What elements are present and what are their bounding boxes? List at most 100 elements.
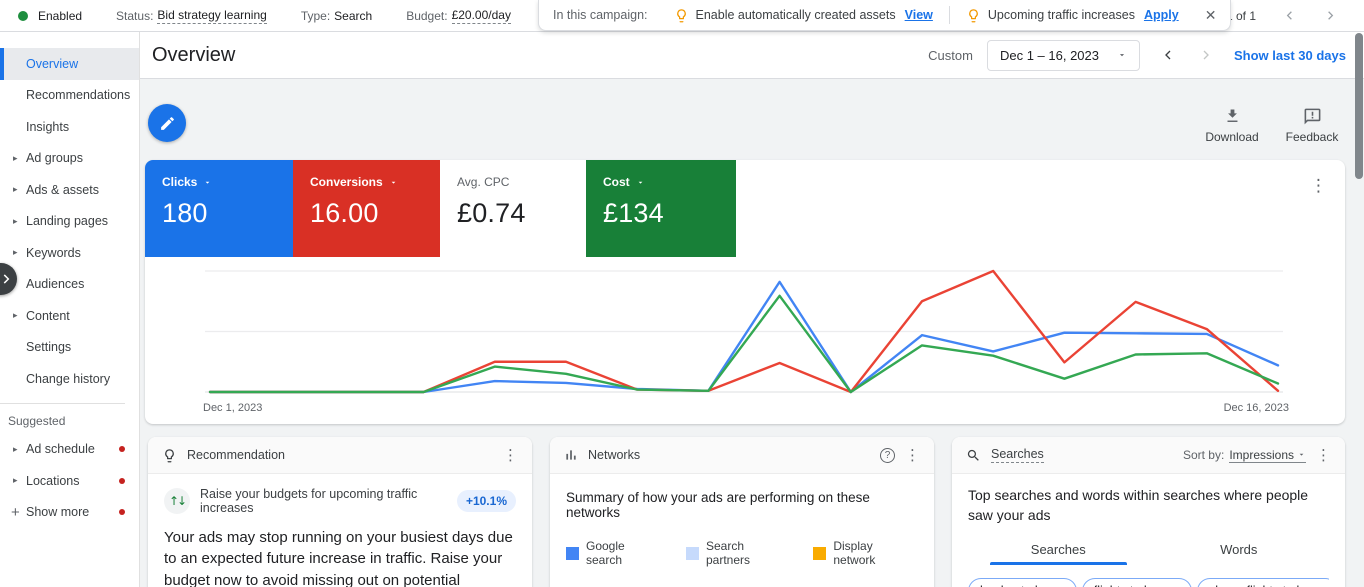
sidebar-item-content[interactable]: ▸ Content (0, 300, 139, 332)
sidebar-item-change-history[interactable]: Change history (0, 363, 139, 395)
recommendation-item-title[interactable]: Raise your budgets for upcoming traffic … (200, 487, 447, 515)
sidebar-item-ads-assets[interactable]: ▸Ads & assets (0, 174, 139, 206)
help-icon[interactable]: ? (880, 448, 895, 463)
uplift-badge: +10.1% (457, 490, 516, 512)
sidebar-item-overview[interactable]: Overview (0, 48, 139, 80)
campaign-status-chip[interactable]: Enabled (18, 9, 82, 23)
chevron-down-icon (636, 178, 645, 187)
sidebar-item-label: Locations (26, 474, 80, 488)
metric-label-text: Avg. CPC (457, 175, 509, 189)
status-value[interactable]: Bid strategy learning (157, 8, 266, 24)
vertical-scrollbar[interactable] (1355, 33, 1363, 179)
metric-label: Clicks (162, 175, 293, 189)
next-campaign-icon[interactable] (1323, 8, 1338, 23)
expand-arrow-icon: ▸ (13, 247, 18, 258)
budget-label: Budget: (406, 9, 447, 23)
searches-card: Searches Sort by: Impressions ⋮ Top sear… (952, 437, 1345, 587)
metric-label-text: Cost (603, 175, 630, 189)
search-chip-cheap-flights-to-lagos[interactable]: cheap flights to lagos (1197, 578, 1329, 587)
campaign-notification-bar: In this campaign: Enable automatically c… (538, 0, 1231, 31)
edit-campaign-fab[interactable] (148, 104, 186, 142)
sort-by-label: Sort by: (1183, 448, 1224, 462)
metric-card-conversions[interactable]: Conversions 16.00 (293, 160, 440, 257)
legend-label: Search partners (706, 539, 791, 567)
sidebar-item-label: Change history (26, 372, 110, 386)
sidebar-item-ad-groups[interactable]: ▸ Ad groups (0, 143, 139, 175)
download-button[interactable]: Download (1196, 107, 1268, 144)
view-link[interactable]: View (905, 8, 933, 22)
download-icon (1223, 107, 1242, 126)
date-range-selector[interactable]: Dec 1 – 16, 2023 (987, 40, 1140, 71)
feedback-button[interactable]: Feedback (1276, 107, 1348, 144)
metric-card-clicks[interactable]: Clicks 180 (145, 160, 293, 257)
chevron-down-icon (389, 178, 398, 187)
legend-swatch (566, 547, 579, 560)
show-last-30-days-link[interactable]: Show last 30 days (1234, 48, 1346, 63)
bar-chart-icon (564, 448, 578, 462)
sort-by-selector[interactable]: Impressions (1229, 448, 1306, 463)
notification-dot-icon (119, 446, 125, 452)
metric-label: Cost (603, 175, 736, 189)
page-title: Overview (152, 44, 235, 67)
sidebar-item-keywords[interactable]: ▸Keywords (0, 237, 139, 269)
type-value: Search (334, 9, 372, 23)
sidebar-item-locations[interactable]: ▸ Locations (0, 465, 139, 497)
page-header: Overview Custom Dec 1 – 16, 2023 Show la… (140, 32, 1364, 79)
sidebar-item-label: Content (26, 309, 70, 323)
notification-text-enable-automatically-created-assets: Enable automatically created assets (696, 8, 896, 22)
sidebar-item-label: Overview (26, 57, 78, 71)
performance-line-chart[interactable] (205, 264, 1283, 398)
expand-arrow-icon: ▸ (13, 310, 18, 321)
searches-description: Top searches and words within searches w… (968, 486, 1329, 525)
metric-card-avg-cpc[interactable]: Avg. CPC £0.74 (440, 160, 581, 257)
budget-field: Budget: £20.00/day (406, 8, 511, 24)
sidebar-item-show-more[interactable]: +Show more (0, 497, 139, 529)
expand-arrow-icon: ▸ (13, 153, 18, 164)
metric-value: £0.74 (457, 198, 581, 229)
main-content: Download Feedback Clicks 180 Conversions 16… (140, 79, 1364, 587)
previous-date-range-icon[interactable] (1160, 47, 1176, 63)
sidebar-item-recommendations[interactable]: Recommendations (0, 80, 139, 112)
notification-dot-icon (119, 509, 125, 515)
plus-icon: + (11, 504, 20, 521)
metric-label-text: Conversions (310, 175, 383, 189)
apply-link[interactable]: Apply (1144, 8, 1179, 22)
metric-label: Conversions (310, 175, 440, 189)
status-field: Status: Bid strategy learning (116, 8, 267, 24)
metric-value: 16.00 (310, 198, 440, 229)
sidebar-item-settings[interactable]: Settings (0, 332, 139, 364)
expand-arrow-icon: ▸ (13, 475, 18, 486)
metric-label-text: Clicks (162, 175, 197, 189)
budget-value[interactable]: £20.00/day (452, 8, 511, 24)
searches-card-title[interactable]: Searches (991, 447, 1044, 463)
recommendation-body: Your ads may stop running on your busies… (164, 527, 516, 587)
searches-menu-icon[interactable]: ⋮ (1316, 446, 1331, 464)
metric-value: 180 (162, 198, 293, 229)
sidebar-item-ad-schedule[interactable]: ▸Ad schedule (0, 434, 139, 466)
sort-by-control: Sort by: Impressions (1183, 448, 1306, 463)
recommendation-menu-icon[interactable]: ⋮ (503, 446, 518, 464)
budget-arrows-icon: ↑↓ (164, 488, 190, 514)
enabled-status-icon (18, 11, 28, 21)
chart-card-menu-icon[interactable]: ⋮ (1310, 176, 1327, 196)
metric-card-cost[interactable]: Cost£134 (586, 160, 736, 257)
notification-prefix: In this campaign: (553, 8, 648, 22)
previous-campaign-icon[interactable] (1282, 8, 1297, 23)
expand-arrow-icon: ▸ (13, 184, 18, 195)
close-icon[interactable]: ✕ (1201, 5, 1221, 26)
sidebar-item-audiences[interactable]: Audiences (0, 269, 139, 301)
sidebar-item-insights[interactable]: Insights (0, 111, 139, 143)
tab-searches[interactable]: Searches (968, 535, 1149, 565)
legend-item-display-network: Display network (813, 539, 918, 567)
tab-words[interactable]: Words (1149, 535, 1330, 565)
sidebar-item-landing-pages[interactable]: ▸Landing pages (0, 206, 139, 238)
search-chip-flights-to-harare[interactable]: flights to harare (1082, 578, 1192, 587)
date-range-type-label: Custom (928, 48, 973, 63)
networks-legend: Google searchSearch partnersDisplay netw… (566, 539, 918, 567)
networks-menu-icon[interactable]: ⋮ (905, 446, 920, 464)
sidebar-item-label: Ad groups (26, 151, 83, 165)
search-chip-london-to-lagos[interactable]: london to lagos (968, 578, 1077, 587)
chevron-down-icon (203, 178, 212, 187)
next-date-range-icon[interactable] (1198, 47, 1214, 63)
search-term-chips: london to lagos flights to harare cheap fl… (968, 578, 1329, 587)
